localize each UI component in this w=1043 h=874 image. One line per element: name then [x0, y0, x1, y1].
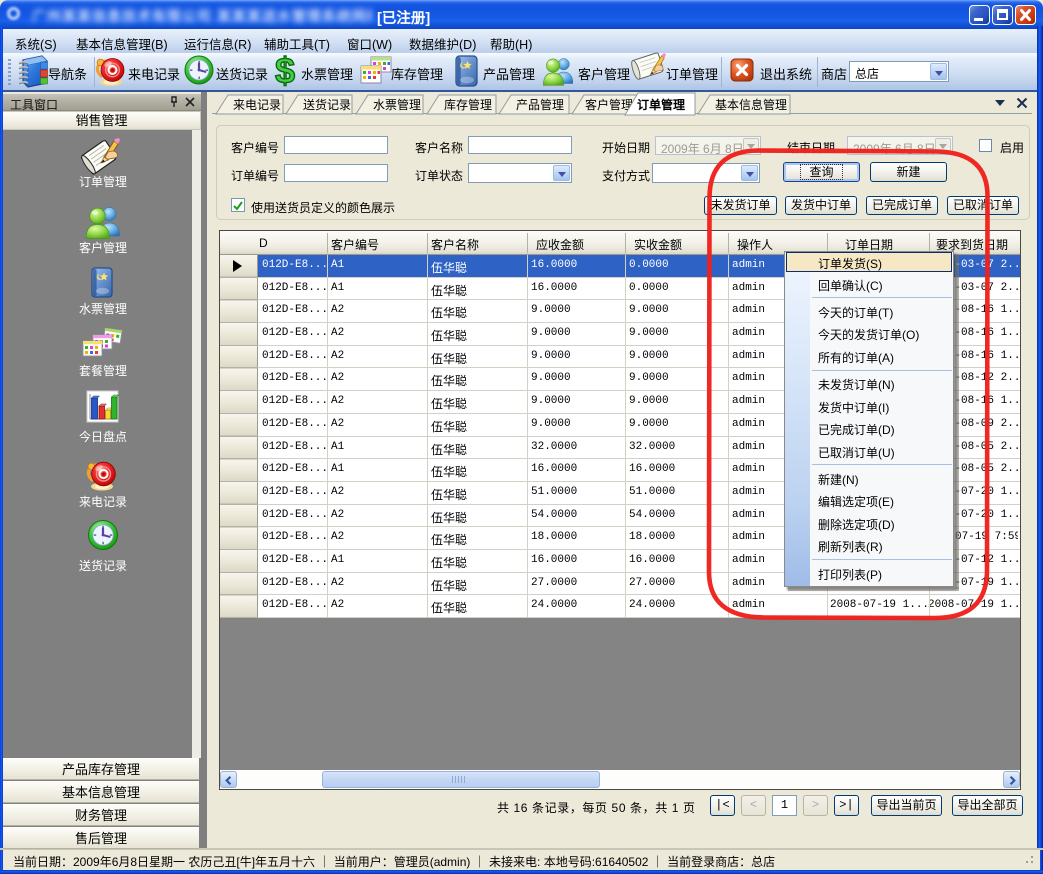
svg-text:库存管理: 库存管理 — [444, 97, 492, 112]
svg-text:客户管理: 客户管理 — [585, 97, 633, 112]
svg-text:今日盘点: 今日盘点 — [79, 429, 127, 444]
svg-text:基本信息管理: 基本信息管理 — [715, 97, 787, 112]
svg-text:套餐管理: 套餐管理 — [79, 363, 127, 378]
svg-text:订单管理: 订单管理 — [637, 97, 685, 112]
svg-text:产品管理: 产品管理 — [516, 97, 564, 112]
svg-text:水票管理: 水票管理 — [373, 97, 421, 112]
svg-text:$: $ — [275, 50, 295, 91]
svg-text:送货记录: 送货记录 — [79, 558, 127, 573]
svg-text:送货记录: 送货记录 — [303, 97, 351, 112]
svg-text:订单管理: 订单管理 — [79, 174, 127, 189]
svg-text:来电记录: 来电记录 — [79, 495, 127, 509]
svg-text:客户管理: 客户管理 — [79, 240, 127, 255]
svg-text:来电记录: 来电记录 — [233, 98, 281, 112]
svg-text:水票管理: 水票管理 — [79, 301, 127, 316]
